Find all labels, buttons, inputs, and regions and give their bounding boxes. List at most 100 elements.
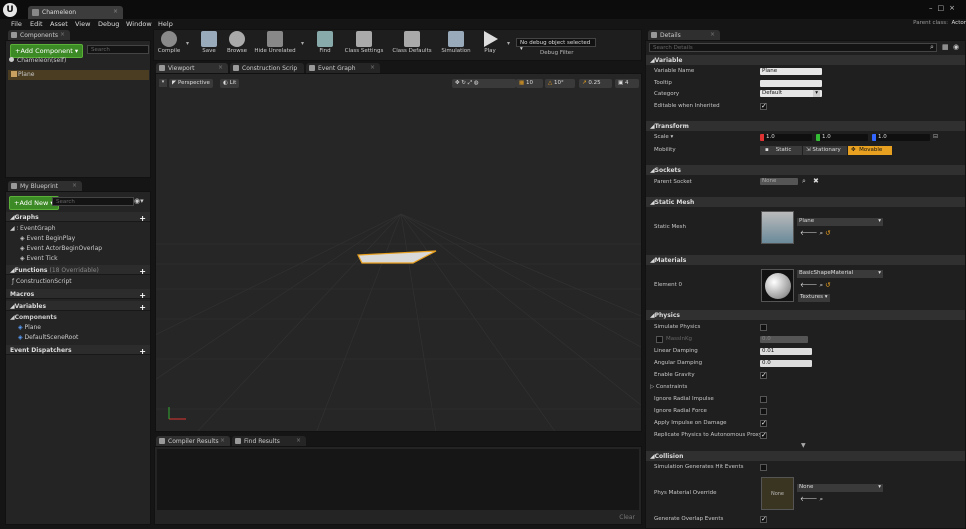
- add-variable-icon[interactable]: +: [139, 303, 146, 312]
- play-options-icon[interactable]: ▾: [507, 40, 510, 47]
- menu-help[interactable]: Help: [158, 20, 173, 28]
- hide-unrelated-button[interactable]: Hide Unrelated: [253, 30, 297, 60]
- add-function-icon[interactable]: +: [139, 267, 146, 276]
- add-dispatcher-icon[interactable]: +: [139, 347, 146, 356]
- menu-window[interactable]: Window: [126, 20, 152, 28]
- menu-edit[interactable]: Edit: [30, 20, 43, 28]
- menu-debug[interactable]: Debug: [98, 20, 119, 28]
- compile-button[interactable]: Compile: [155, 30, 183, 60]
- physics-header[interactable]: ◢Physics: [646, 310, 965, 320]
- close-tab-icon[interactable]: ×: [710, 31, 715, 38]
- simulation-button[interactable]: Simulation: [438, 30, 474, 60]
- asset-picker-icons[interactable]: 🡐 ⌕ ↺: [800, 229, 831, 238]
- editable-inherited-checkbox[interactable]: [760, 102, 767, 110]
- close-icon[interactable]: ×: [949, 4, 960, 12]
- category-combo[interactable]: Default ▾: [760, 90, 822, 97]
- var-plane[interactable]: ◈ Plane: [18, 324, 41, 331]
- tab-construction-script[interactable]: Construction Scrip: [230, 63, 304, 73]
- functions-header[interactable]: ◢Functions (18 Overridable) +: [6, 265, 150, 276]
- material-combo[interactable]: BasicShapeMaterial ▾: [797, 270, 883, 278]
- scale-label[interactable]: Scale ▾: [654, 134, 673, 140]
- viewport[interactable]: ▾: [155, 73, 642, 432]
- component-item-plane[interactable]: Plane: [8, 70, 149, 80]
- event-tick-item[interactable]: ◈ Event Tick: [20, 255, 58, 262]
- event-overlap-item[interactable]: ◈ Event ActorBeginOverlap: [20, 245, 102, 252]
- self-item[interactable]: Chameleon(self): [8, 57, 148, 67]
- class-settings-button[interactable]: Class Settings: [341, 30, 387, 60]
- details-search-input[interactable]: Search Details: [649, 43, 937, 52]
- close-tab-icon[interactable]: ×: [72, 182, 77, 189]
- parent-class-value[interactable]: Actor: [952, 20, 966, 26]
- dispatchers-header[interactable]: Event Dispatchers +: [6, 345, 150, 356]
- expand-advanced-icon[interactable]: ▼: [801, 442, 806, 449]
- search-icon[interactable]: ⌕: [802, 177, 806, 186]
- browse-button[interactable]: Browse: [224, 30, 250, 60]
- mobility-static-button[interactable]: ▪ Static: [760, 146, 802, 155]
- plane-mesh[interactable]: [357, 250, 437, 264]
- hide-options-icon[interactable]: ▾: [301, 40, 304, 47]
- menu-view[interactable]: View: [75, 20, 90, 28]
- blueprint-search-input[interactable]: Search: [52, 197, 134, 206]
- close-tab-icon[interactable]: ×: [370, 64, 375, 71]
- simulate-physics-checkbox[interactable]: [760, 324, 767, 331]
- linear-damping-input[interactable]: 0.01: [760, 348, 812, 355]
- menu-asset[interactable]: Asset: [50, 20, 68, 28]
- window-controls[interactable]: –□×: [929, 4, 960, 12]
- collision-header[interactable]: ◢Collision: [646, 451, 965, 461]
- close-tab-icon[interactable]: ×: [296, 437, 301, 444]
- search-icon[interactable]: ⌕: [930, 43, 934, 52]
- phys-material-thumbnail[interactable]: None: [761, 477, 794, 510]
- tab-details[interactable]: Details ×: [648, 30, 720, 40]
- tab-viewport[interactable]: Viewport ×: [156, 63, 228, 73]
- tooltip-input[interactable]: [760, 80, 822, 87]
- mass-override-checkbox[interactable]: [656, 336, 663, 343]
- static-mesh-header[interactable]: ◢Static Mesh: [646, 197, 965, 207]
- transform-tools[interactable]: ✥ ↻ ⤢ ◍: [452, 79, 516, 88]
- add-macro-icon[interactable]: +: [139, 291, 146, 300]
- ignore-radial-impulse-checkbox[interactable]: [760, 396, 767, 403]
- variable-name-input[interactable]: Plane: [760, 68, 822, 75]
- close-tab-icon[interactable]: ×: [60, 31, 65, 38]
- components-search-input[interactable]: Search: [87, 45, 149, 54]
- tab-find-results[interactable]: Find Results ×: [232, 436, 306, 446]
- find-button[interactable]: Find: [313, 30, 337, 60]
- close-tab-icon[interactable]: ×: [220, 437, 225, 444]
- tab-components[interactable]: Components ×: [8, 30, 70, 40]
- debug-object-select[interactable]: No debug object selected ▾: [516, 38, 596, 52]
- graphs-header[interactable]: ◢Graphs +: [6, 212, 150, 223]
- lock-icon[interactable]: ⊟: [933, 133, 938, 140]
- apply-impulse-checkbox[interactable]: [760, 419, 767, 427]
- materials-header[interactable]: ◢Materials: [646, 255, 965, 265]
- var-default-scene-root[interactable]: ◈ DefaultSceneRoot: [18, 334, 78, 341]
- components-var-header[interactable]: ◢Components: [10, 314, 57, 321]
- tab-my-blueprint[interactable]: My Blueprint ×: [8, 181, 82, 191]
- material-picker-icons[interactable]: 🡐 ⌕ ↺: [800, 281, 831, 290]
- perspective-button[interactable]: ◤ Perspective: [169, 79, 213, 88]
- ignore-radial-force-checkbox[interactable]: [760, 408, 767, 415]
- sockets-header[interactable]: ◢Sockets: [646, 165, 965, 175]
- class-defaults-button[interactable]: Class Defaults: [389, 30, 435, 60]
- macros-header[interactable]: Macros +: [6, 289, 150, 300]
- minimize-icon[interactable]: –: [929, 4, 938, 12]
- document-tab[interactable]: Chameleon ×: [28, 6, 123, 19]
- replicate-physics-checkbox[interactable]: [760, 431, 767, 439]
- maximize-icon[interactable]: □: [938, 4, 950, 12]
- camera-speed[interactable]: ▣ 4: [615, 79, 639, 88]
- tab-compiler-results[interactable]: Compiler Results ×: [156, 436, 230, 446]
- lit-button[interactable]: ◐ Lit: [220, 79, 240, 88]
- transform-header[interactable]: ◢Transform: [646, 121, 965, 131]
- view-options-icon[interactable]: ◉▾: [134, 197, 144, 205]
- eye-icon[interactable]: ◉: [953, 43, 959, 51]
- variable-header[interactable]: ◢Variable: [646, 55, 965, 65]
- static-mesh-combo[interactable]: Plane ▾: [797, 218, 883, 226]
- scale-x-input[interactable]: 1.0: [760, 134, 812, 141]
- event-graph-item[interactable]: ◢ ⫶ EventGraph: [10, 225, 56, 233]
- mobility-movable-button[interactable]: ✥ Movable: [848, 146, 892, 155]
- static-mesh-thumbnail[interactable]: [761, 211, 794, 244]
- scale-z-input[interactable]: 1.0: [872, 134, 930, 141]
- event-beginplay-item[interactable]: ◈ Event BeginPlay: [20, 235, 75, 242]
- material-thumbnail[interactable]: [761, 269, 794, 302]
- add-component-button[interactable]: +Add Component ▾: [10, 44, 84, 58]
- rotation-snap[interactable]: △ 10°: [545, 79, 575, 88]
- scale-snap[interactable]: ↗ 0.25: [579, 79, 612, 88]
